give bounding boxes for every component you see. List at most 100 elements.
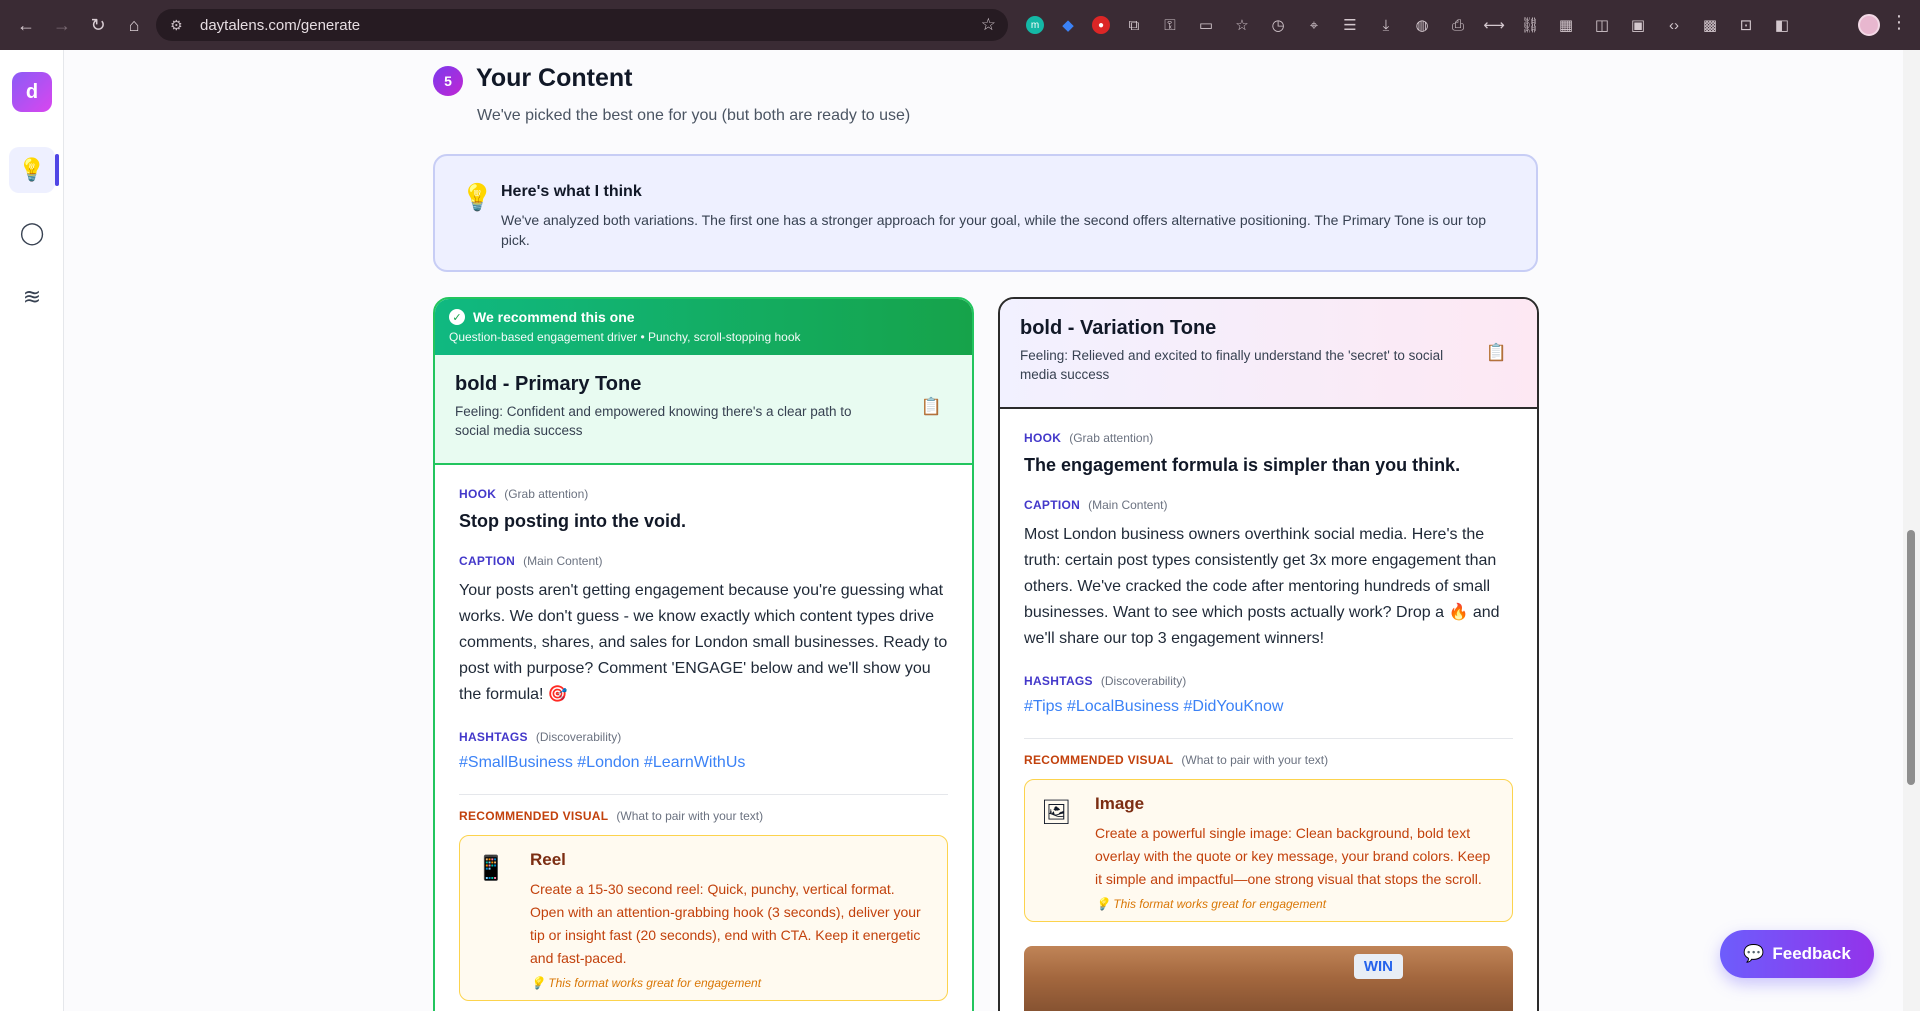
- insight-title: Here's what I think: [501, 183, 642, 200]
- table-icon[interactable]: ▦: [1554, 13, 1578, 37]
- preview-sign-text: WIN: [1353, 954, 1403, 979]
- variation-tone-card: bold - Variation Tone Feeling: Relieved …: [998, 297, 1539, 1011]
- visual-sublabel: (What to pair with your text): [1181, 753, 1329, 767]
- visual-label: RECOMMENDED VISUAL: [459, 809, 609, 823]
- variation-visual-title: Image: [1095, 794, 1145, 813]
- visual-label: RECOMMENDED VISUAL: [1024, 753, 1174, 767]
- feedback-button[interactable]: 💬 Feedback: [1720, 930, 1874, 978]
- insight-box: 💡 Here's what I think We've analyzed bot…: [433, 154, 1538, 272]
- browser-menu-icon[interactable]: ⋮: [1890, 12, 1908, 33]
- variation-visual-note: 💡 This format works great for engagement: [1095, 897, 1327, 911]
- hook-sublabel: (Grab attention): [504, 487, 589, 501]
- reading-list-icon[interactable]: ☰: [1338, 13, 1362, 37]
- download-icon[interactable]: ⤓: [1374, 13, 1398, 37]
- back-icon[interactable]: ←: [8, 7, 44, 43]
- hashtags-label: HASHTAGS: [459, 730, 528, 744]
- profile-avatar[interactable]: [1858, 14, 1880, 36]
- extension-red-icon[interactable]: ●: [1092, 16, 1110, 34]
- insight-text: We've analyzed both variations. The firs…: [501, 212, 1487, 248]
- cast-icon[interactable]: ⊡: [1734, 13, 1758, 37]
- side-panel-icon[interactable]: ◧: [1770, 13, 1794, 37]
- recommended-reason: Question-based engagement driver • Punch…: [449, 330, 801, 344]
- app-logo[interactable]: d: [12, 72, 52, 112]
- picture-icon: 🖼: [1041, 799, 1072, 826]
- location-icon[interactable]: ⌖: [1302, 13, 1326, 37]
- code-icon[interactable]: ‹›: [1662, 13, 1686, 37]
- address-bar[interactable]: ⚙ daytalens.com/generate ☆: [156, 9, 1008, 41]
- chat-bubble-icon: 💬: [1743, 944, 1765, 963]
- site-info-icon[interactable]: ⚙: [170, 17, 192, 34]
- primary-visual-title: Reel: [530, 850, 566, 869]
- primary-feeling: Feeling: Confident and empowered knowing…: [455, 404, 852, 438]
- password-key-icon[interactable]: ⚿: [1158, 13, 1182, 37]
- incognito-icon[interactable]: ◍: [1410, 13, 1434, 37]
- bookmark-star-icon[interactable]: ☆: [981, 15, 996, 35]
- hashtags-label: HASHTAGS: [1024, 674, 1093, 688]
- variation-card-header: bold - Variation Tone Feeling: Relieved …: [1000, 299, 1537, 409]
- link-icon[interactable]: ⛓: [1518, 13, 1542, 37]
- section-divider: [1024, 738, 1513, 739]
- variation-tone-title: bold - Variation Tone: [1020, 317, 1217, 339]
- hook-sublabel: (Grab attention): [1069, 431, 1154, 445]
- copy-clipboard-icon[interactable]: 📋: [1486, 343, 1507, 363]
- url-text[interactable]: daytalens.com/generate: [200, 17, 360, 34]
- screenshot-icon[interactable]: ◫: [1590, 13, 1614, 37]
- card-icon[interactable]: ▭: [1194, 13, 1218, 37]
- recommended-banner: ✓ We recommend this one Question-based en…: [435, 299, 972, 355]
- browser-toolbar: ← → ↻ ⌂ ⚙ daytalens.com/generate ☆ m ◆ ●…: [0, 0, 1920, 50]
- variation-card-body: HOOK (Grab attention) The engagement form…: [1000, 431, 1537, 1011]
- primary-hook-text: Stop posting into the void.: [459, 511, 686, 531]
- primary-tone-card: ✓ We recommend this one Question-based en…: [433, 297, 974, 1011]
- extensions-puzzle-icon[interactable]: ⧉: [1122, 13, 1146, 37]
- caption-label: CAPTION: [459, 554, 516, 568]
- section-title: Your Content: [476, 64, 633, 92]
- main-content: 5 Your Content We've picked the best one…: [65, 50, 1903, 1011]
- qr-icon[interactable]: ▩: [1698, 13, 1722, 37]
- visual-preview-image: WIN: [1024, 946, 1513, 1011]
- variation-hook-text: The engagement formula is simpler than y…: [1024, 455, 1461, 475]
- variation-feeling: Feeling: Relieved and excited to finally…: [1020, 348, 1444, 382]
- extensions-bar: m ◆ ● ⧉ ⚿ ▭ ☆ ◷ ⌖ ☰ ⤓ ◍ ⎙ ⟷ ⛓ ▦ ◫ ▣ ‹› ▩…: [1026, 13, 1794, 37]
- extension-m-icon[interactable]: m: [1026, 16, 1044, 34]
- lightbulb-icon: 💡: [461, 182, 494, 212]
- primary-hashtags[interactable]: #SmallBusiness #London #LearnWithUs: [459, 754, 948, 772]
- primary-card-body: HOOK (Grab attention) Stop posting into t…: [435, 487, 972, 1001]
- visual-sublabel: (What to pair with your text): [616, 809, 764, 823]
- browser-nav: ← → ↻ ⌂: [0, 7, 152, 43]
- variation-hashtags[interactable]: #Tips #LocalBusiness #DidYouKnow: [1024, 698, 1513, 716]
- profile-user-icon[interactable]: ◯: [9, 210, 55, 256]
- extension-shield-icon[interactable]: ◆: [1056, 13, 1080, 37]
- phone-icon: 📱: [476, 855, 506, 882]
- caption-label: CAPTION: [1024, 498, 1081, 512]
- copy-clipboard-icon[interactable]: 📋: [921, 397, 942, 417]
- app-sidebar: d 💡 ◯ ≋: [0, 50, 64, 1011]
- hook-label: HOOK: [459, 487, 497, 501]
- forward-icon[interactable]: →: [44, 7, 80, 43]
- primary-card-header: bold - Primary Tone Feeling: Confident a…: [435, 355, 972, 465]
- feedback-label: Feedback: [1772, 944, 1851, 963]
- layers-icon[interactable]: ≋: [9, 274, 55, 320]
- history-icon[interactable]: ◷: [1266, 13, 1290, 37]
- device-icon[interactable]: ▣: [1626, 13, 1650, 37]
- variation-caption-text: Most London business owners overthink so…: [1024, 526, 1500, 647]
- primary-visual-desc: Create a 15-30 second reel: Quick, punch…: [530, 881, 921, 966]
- translate-icon[interactable]: ⟷: [1482, 13, 1506, 37]
- hook-label: HOOK: [1024, 431, 1062, 445]
- bookmarks-icon[interactable]: ☆: [1230, 13, 1254, 37]
- section-subtitle: We've picked the best one for you (but b…: [477, 107, 911, 124]
- page-scrollbar[interactable]: [1903, 50, 1920, 1011]
- caption-sublabel: (Main Content): [1088, 498, 1168, 512]
- ideas-bulb-icon[interactable]: 💡: [9, 147, 55, 193]
- home-icon[interactable]: ⌂: [116, 7, 152, 43]
- caption-sublabel: (Main Content): [523, 554, 603, 568]
- print-icon[interactable]: ⎙: [1446, 13, 1470, 37]
- variation-visual-desc: Create a powerful single image: Clean ba…: [1095, 825, 1491, 887]
- check-circle-icon: ✓: [449, 309, 465, 325]
- primary-visual-box: 📱 Reel Create a 15-30 second reel: Quick…: [459, 835, 948, 1001]
- reload-icon[interactable]: ↻: [80, 7, 116, 43]
- active-indicator: [55, 154, 59, 186]
- scrollbar-thumb[interactable]: [1907, 530, 1915, 785]
- recommended-label: We recommend this one: [473, 309, 635, 325]
- step-number-badge: 5: [433, 66, 463, 96]
- hashtags-sublabel: (Discoverability): [1100, 674, 1187, 688]
